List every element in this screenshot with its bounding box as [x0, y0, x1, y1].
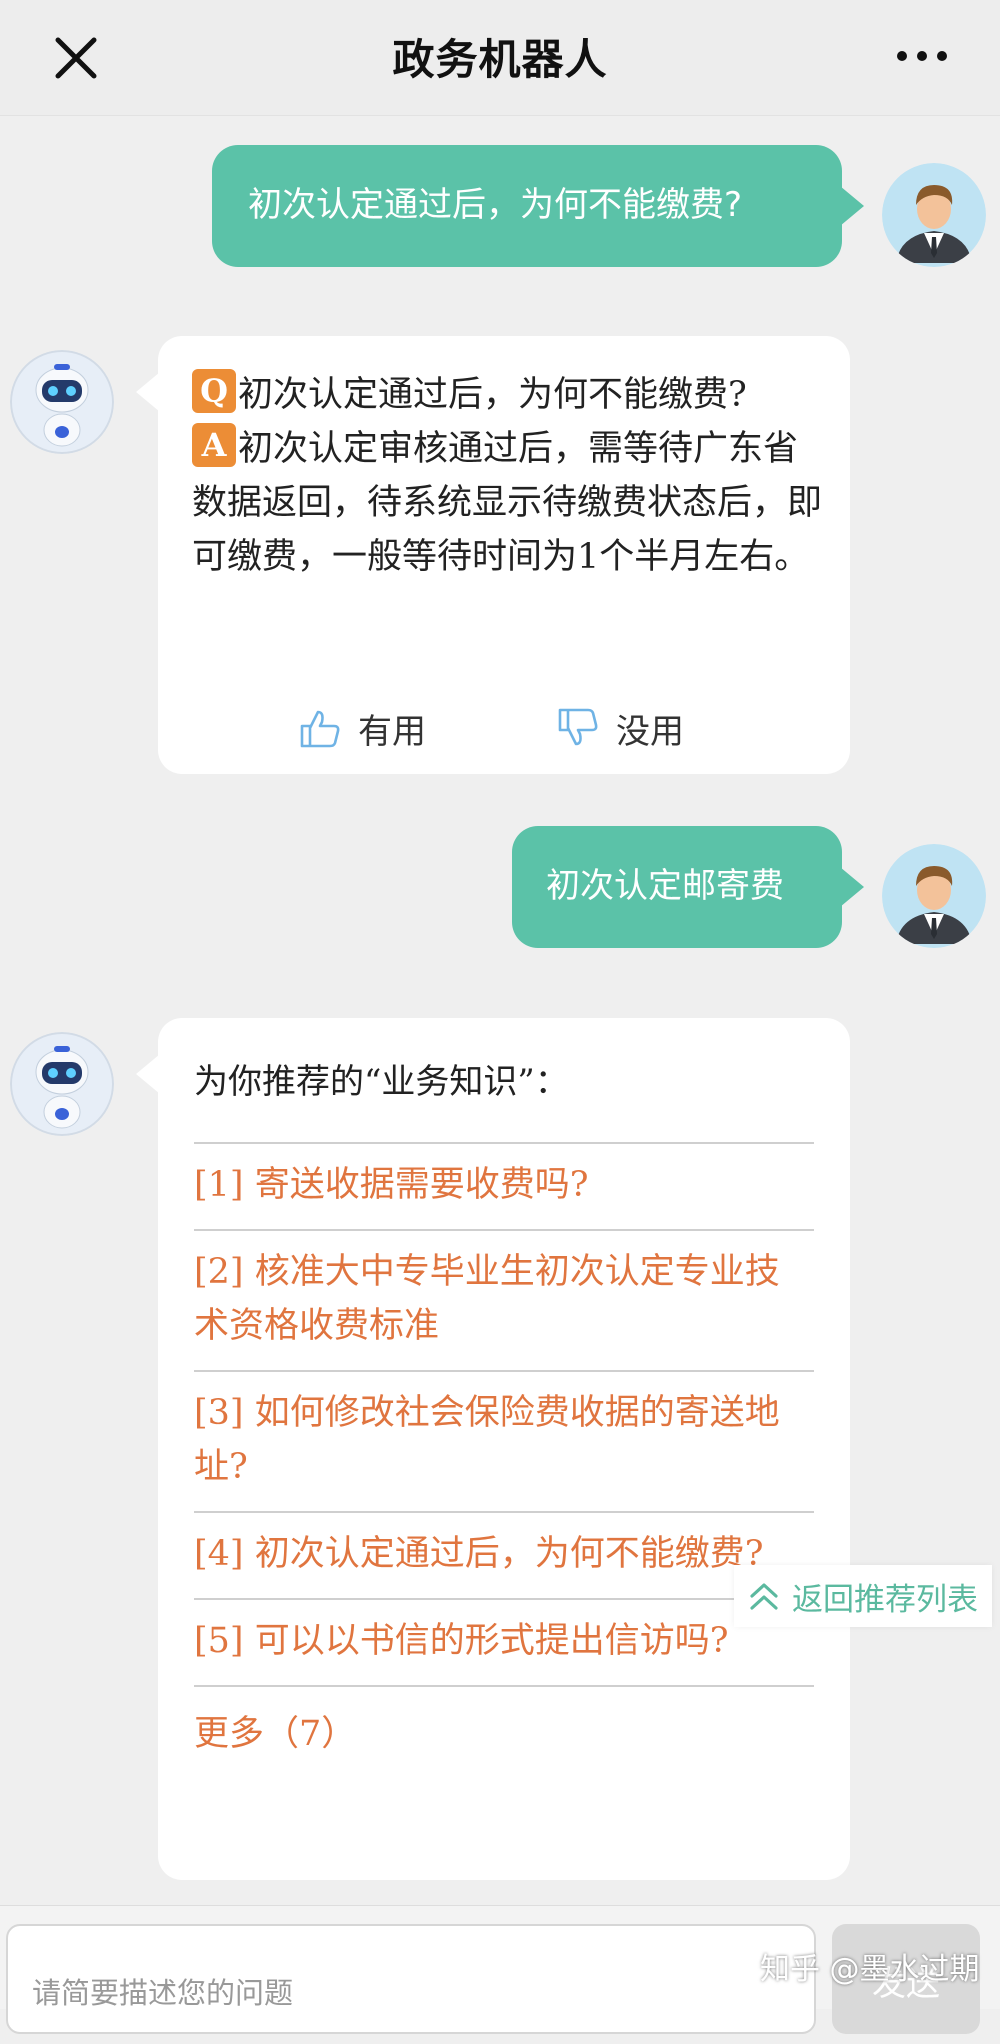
useful-label: 有用 — [358, 711, 426, 752]
recommendation-item[interactable]: [1] 寄送收据需要收费吗? — [194, 1142, 814, 1229]
answer-line: A 初次认定审核通过后，需等待广东省数据返回，待系统显示待缴费状态后，即可缴费，一… — [192, 422, 822, 584]
useless-button[interactable]: 没用 — [556, 698, 684, 758]
bot-answer-bubble: Q 初次认定通过后，为何不能缴费? A 初次认定审核通过后，需等待广东省数据返回，待… — [136, 336, 850, 774]
user-avatar — [882, 844, 986, 948]
bot-recommendation-bubble: 为你推荐的“业务知识”： [1] 寄送收据需要收费吗? [2] 核准大中专毕业生… — [136, 1018, 850, 1880]
robot-avatar — [10, 1032, 114, 1136]
useful-button[interactable]: 有用 — [298, 698, 426, 758]
header-bar: 政务机器人 — [0, 0, 1000, 116]
recommendation-item[interactable]: [2] 核准大中专毕业生初次认定专业技术资格收费标准 — [194, 1229, 814, 1370]
user-message-text: 初次认定通过后，为何不能缴费? — [248, 185, 743, 225]
recommendation-item[interactable]: [5] 可以以书信的形式提出信访吗? — [194, 1598, 814, 1685]
answer-text: 初次认定审核通过后，需等待广东省数据返回，待系统显示待缴费状态后，即可缴费，一般… — [192, 429, 823, 577]
user-message-bubble: 初次认定邮寄费 — [512, 826, 864, 948]
user-message-bubble: 初次认定通过后，为何不能缴费? — [212, 145, 864, 267]
back-to-list-label: 返回推荐列表 — [792, 1581, 978, 1618]
recommendation-item[interactable]: [4] 初次认定通过后，为何不能缴费? — [194, 1511, 814, 1598]
recommendation-item[interactable]: [3] 如何修改社会保险费收据的寄送地址? — [194, 1370, 814, 1511]
feedback-row: 有用 没用 — [158, 698, 850, 758]
user-message-text: 初次认定邮寄费 — [546, 866, 784, 906]
answer-tag: A — [192, 423, 236, 467]
useless-label: 没用 — [616, 711, 684, 752]
question-line: Q 初次认定通过后，为何不能缴费? — [192, 368, 822, 422]
thumbs-down-icon — [558, 708, 598, 746]
question-input[interactable]: 请简要描述您的问题 — [6, 1924, 816, 2034]
question-text: 初次认定通过后，为何不能缴费? — [238, 375, 747, 415]
back-to-list-button[interactable]: 返回推荐列表 — [734, 1565, 992, 1627]
page-title: 政务机器人 — [392, 35, 608, 84]
recommendation-title: 为你推荐的“业务知识”： — [194, 1062, 569, 1102]
more-icon[interactable] — [892, 36, 952, 76]
more-link[interactable]: 更多（7） — [194, 1685, 814, 1756]
chevron-up-icon — [750, 1583, 778, 1610]
user-avatar — [882, 163, 986, 267]
robot-avatar — [10, 350, 114, 454]
thumbs-up-icon — [300, 710, 340, 748]
watermark: 知乎 @墨水过期 — [760, 1952, 980, 1987]
recommendation-list: [1] 寄送收据需要收费吗? [2] 核准大中专毕业生初次认定专业技术资格收费标… — [194, 1142, 814, 1756]
question-tag: Q — [192, 369, 236, 413]
